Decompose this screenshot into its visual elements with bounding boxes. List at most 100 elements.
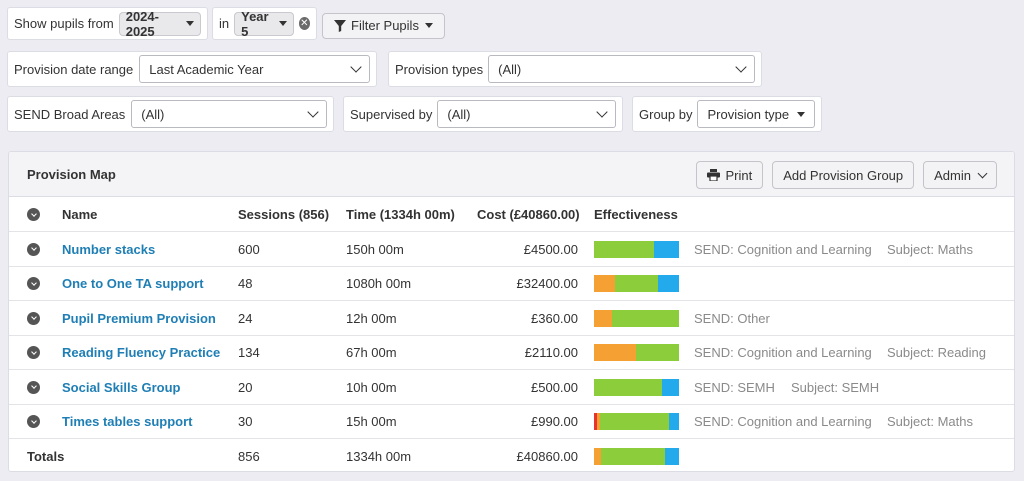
group-by-label: Group by [639, 106, 693, 122]
chevron-down-icon [350, 61, 362, 73]
effectiveness-segment-green [615, 275, 658, 292]
effectiveness-segment-blue [665, 448, 679, 465]
table-row: Social Skills Group 20 10h 00m £500.00 SEND:… [9, 371, 1014, 405]
table-row: Reading Fluency Practice 134 67h 00m £2110.… [9, 336, 1014, 370]
provision-types-label: Provision types [395, 61, 484, 77]
provision-name-link[interactable]: Times tables support [62, 414, 193, 429]
send-tag: SEND: Cognition and Learning [694, 345, 872, 360]
effectiveness-segment-orange [594, 344, 636, 361]
totals-label: Totals [27, 449, 65, 464]
printer-icon [707, 169, 721, 181]
effectiveness-bar [594, 344, 679, 361]
time-cell: 67h 00m [346, 345, 397, 360]
effectiveness-segment-orange [594, 275, 616, 292]
effectiveness-bar [594, 275, 679, 292]
effectiveness-bar [594, 309, 679, 327]
provision-types-select[interactable]: (All) [488, 55, 755, 83]
expand-row-icon[interactable] [27, 346, 40, 359]
add-provision-group-button[interactable]: Add Provision Group [772, 161, 915, 189]
provision-date-filter: Provision date range Last Academic Year [7, 51, 377, 87]
subject-tag: Subject: SEMH [791, 379, 880, 395]
clear-icon[interactable]: ✕ [298, 17, 310, 30]
provision-date-select[interactable]: Last Academic Year [139, 55, 370, 83]
group-dropdown[interactable]: Year 5 [234, 8, 294, 39]
effectiveness-segment-orange [594, 448, 601, 465]
group-by-select[interactable]: Provision type [697, 100, 815, 128]
sessions-cell: 134 [238, 345, 260, 360]
group-value: Year 5 [241, 8, 269, 39]
provision-name-link[interactable]: One to One TA support [62, 276, 204, 291]
admin-button[interactable]: Admin [923, 161, 997, 189]
effectiveness-segment-green [599, 413, 669, 430]
caret-down-icon [278, 21, 287, 26]
effectiveness-segment-blue [653, 240, 679, 258]
table-row: One to One TA support 48 1080h 00m £32400.0… [9, 267, 1014, 301]
cost-cell: £32400.00 [516, 276, 578, 291]
provision-name-link[interactable]: Number stacks [62, 242, 155, 257]
filter-pupils-container: Filter Pupils [322, 12, 445, 39]
provision-types-value: (All) [498, 61, 522, 77]
supervised-value: (All) [447, 106, 471, 122]
expand-row-icon[interactable] [27, 380, 40, 394]
print-button[interactable]: Print [696, 161, 764, 189]
expand-row-icon[interactable] [27, 415, 40, 428]
send-tag: SEND: SEMH [694, 379, 775, 395]
add-provision-group-label: Add Provision Group [783, 167, 904, 183]
effectiveness-segment-green [600, 448, 666, 465]
expand-row-icon[interactable] [27, 242, 40, 256]
totals-sessions: 856 [238, 449, 260, 464]
caret-down-icon [424, 23, 433, 28]
subject-tag: Subject: Reading [887, 345, 987, 360]
panel-header: Provision Map Print Add Provision Group … [9, 152, 1014, 197]
effectiveness-bar [594, 413, 679, 430]
panel-actions: Print Add Provision Group Admin [696, 161, 997, 189]
in-label: in [219, 16, 230, 31]
group-by-value: Provision type [707, 106, 790, 122]
effectiveness-segment-blue [668, 413, 679, 430]
effectiveness-segment-green [635, 344, 679, 361]
header-cost: Cost (£40860.00) [477, 207, 580, 222]
send-select[interactable]: (All) [131, 100, 327, 128]
cost-cell: £2110.00 [524, 345, 578, 360]
print-label: Print [725, 167, 753, 183]
table-row: Pupil Premium Provision 24 12h 00m £360.00 S… [9, 302, 1014, 336]
provision-date-label: Provision date range [14, 61, 134, 77]
provision-name-link[interactable]: Reading Fluency Practice [62, 345, 220, 360]
provision-map-panel: Provision Map Print Add Provision Group … [8, 151, 1015, 472]
expand-row-icon[interactable] [27, 277, 40, 290]
totals-cost: £40860.00 [516, 449, 578, 464]
chevron-down-icon [596, 106, 608, 118]
effectiveness-segment-green [594, 378, 662, 396]
chevron-down-icon [977, 168, 988, 178]
filter-pupils-label: Filter Pupils [351, 18, 419, 33]
cost-cell: £4500.00 [523, 241, 578, 257]
funnel-icon [334, 19, 347, 32]
time-cell: 150h 00m [346, 241, 404, 257]
cost-cell: £360.00 [531, 310, 578, 326]
year-value: 2024-2025 [125, 8, 159, 39]
time-cell: 10h 00m [346, 379, 397, 395]
provision-name-link[interactable]: Pupil Premium Provision [62, 311, 216, 326]
show-pupils-label: Show pupils from [14, 16, 114, 31]
send-filter: SEND Broad Areas (All) [7, 96, 334, 132]
panel-title: Provision Map [27, 166, 116, 182]
supervised-select[interactable]: (All) [437, 100, 616, 128]
header-effectiveness: Effectiveness [594, 207, 678, 222]
filter-pupils-button[interactable]: Filter Pupils [322, 12, 445, 39]
group-filter: in Year 5 ✕ [212, 7, 317, 40]
collapse-all-icon[interactable] [27, 208, 40, 221]
chevron-down-icon [735, 61, 747, 73]
group-by-filter: Group by Provision type [632, 96, 822, 132]
year-dropdown[interactable]: 2024-2025 [118, 8, 201, 39]
send-tag: SEND: Cognition and Learning [694, 241, 872, 257]
provision-name-link[interactable]: Social Skills Group [62, 380, 180, 395]
subject-tag: Subject: Maths [887, 414, 973, 429]
time-cell: 1080h 00m [346, 276, 412, 291]
show-pupils-filter: Show pupils from 2024-2025 [7, 7, 208, 40]
sessions-cell: 48 [238, 276, 253, 291]
totals-time: 1334h 00m [346, 449, 412, 464]
effectiveness-segment-green [594, 240, 654, 258]
effectiveness-bar [594, 378, 679, 396]
caret-down-icon [797, 111, 805, 117]
expand-row-icon[interactable] [27, 311, 40, 325]
